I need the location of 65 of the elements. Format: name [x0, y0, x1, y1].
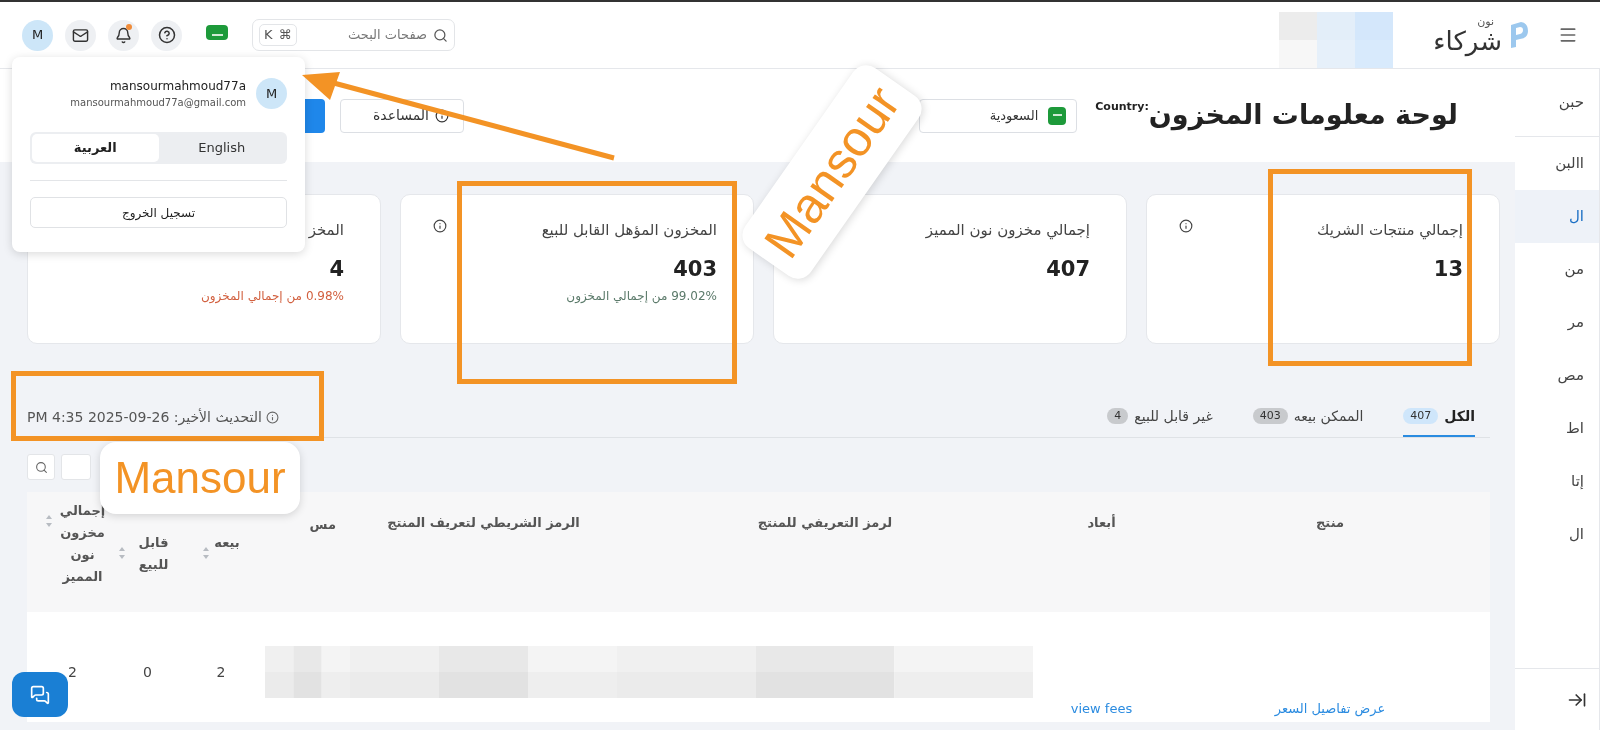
user-name: mansourmahmoud77a: [109, 78, 246, 95]
column-header: قابل للبيع: [137, 534, 170, 574]
search-button[interactable]: [27, 454, 55, 480]
country-select[interactable]: السعودية: [919, 98, 1078, 133]
card-title: المخزون المؤهل القابل للبيع: [541, 220, 717, 241]
logout-button[interactable]: تسجيل الخروج: [30, 197, 287, 228]
mail-icon[interactable]: [65, 19, 96, 51]
search-placeholder: صفحات البحث: [348, 26, 427, 45]
page-title: لوحة معلومات المخزون: [1148, 98, 1458, 133]
card-title: إجمالي منتجات الشريك: [1317, 220, 1463, 242]
language-option[interactable]: العربية: [32, 134, 159, 162]
avatar[interactable]: M: [22, 19, 53, 51]
search-icon: [34, 460, 48, 474]
column-header: بيعه: [214, 534, 240, 552]
column-header: الرمز الشريطي لتعريف المنتج: [387, 514, 580, 532]
flag-icon: [1048, 106, 1067, 125]
card-note: 99.02% من إجمالي المخزون: [565, 288, 717, 305]
card-title: إجمالي مخزون نون المميز: [925, 220, 1090, 242]
card-value: 403: [672, 256, 717, 283]
filter-field[interactable]: [61, 454, 91, 480]
info-icon: [265, 410, 279, 424]
column-header: لرمز التعريفي للمنتج: [757, 514, 893, 532]
column-header: أبعاد: [1087, 513, 1116, 532]
logo-icon: [1508, 21, 1530, 49]
notification-button[interactable]: [108, 19, 139, 51]
sidebar-item[interactable]: اط: [1515, 402, 1599, 455]
table-cell-text: 0: [143, 662, 152, 682]
logo-subtext: نون: [1477, 15, 1494, 27]
column-header: منتج: [1316, 514, 1344, 532]
table-cell-text: 2: [216, 662, 226, 682]
card-note: 0.98% من إجمالي المخزون: [199, 288, 344, 305]
sidebar-item[interactable]: من: [1515, 243, 1599, 296]
sidebar-item[interactable]: إتا: [1515, 455, 1599, 508]
info-icon[interactable]: [433, 219, 447, 233]
help-button[interactable]: المساعدة: [340, 98, 464, 133]
help-icon[interactable]: [151, 19, 182, 51]
count-badge: 403: [1252, 407, 1288, 425]
chat-button[interactable]: [12, 672, 68, 717]
sidebar-item[interactable]: ال: [1515, 508, 1599, 561]
user-email: mansourmahmoud77a@gmail.com: [70, 96, 246, 110]
card-value: 13: [1432, 256, 1463, 283]
table-link[interactable]: عرض تفاصيل السعر: [1274, 698, 1386, 718]
flag-icon: [206, 25, 228, 40]
shortcut-key: ⌘ K: [259, 24, 297, 46]
table-link[interactable]: view fees: [1070, 698, 1133, 718]
card-value: 407: [1045, 256, 1090, 283]
language-option[interactable]: English: [158, 134, 285, 162]
table-cell-text: 2: [68, 662, 77, 682]
card-title: المخز: [308, 220, 344, 241]
column-header: مس: [309, 516, 336, 534]
card-value: 4: [328, 256, 344, 283]
info-icon[interactable]: [1179, 219, 1193, 233]
country-label: Country:: [1095, 99, 1149, 116]
bell-icon: [115, 26, 132, 44]
sidebar-item[interactable]: االبن: [1515, 137, 1599, 190]
chat-icon: [30, 684, 50, 705]
search-icon: [433, 27, 448, 43]
sidebar-item[interactable]: مص: [1515, 349, 1599, 402]
avatar: M: [256, 78, 287, 109]
sidebar-item[interactable]: ال: [1515, 190, 1599, 243]
last-update-text: التحديث الأخير: 26-09-2025 4:35 PM: [27, 407, 262, 428]
count-badge: 4: [1107, 407, 1129, 425]
menu-icon[interactable]: [1558, 25, 1578, 45]
count-badge: 407: [1403, 407, 1439, 425]
sidebar-item[interactable]: مر: [1515, 296, 1599, 349]
